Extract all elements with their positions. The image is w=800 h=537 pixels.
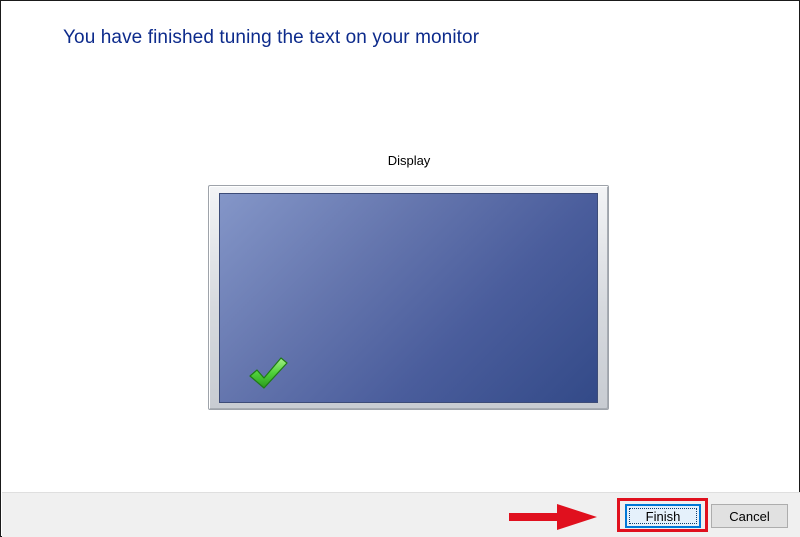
page-title: You have finished tuning the text on you… [63, 27, 480, 48]
finish-button[interactable]: Finish [625, 504, 701, 528]
red-arrow-icon [509, 504, 597, 530]
monitor-screen [219, 193, 598, 403]
checkmark-icon [249, 357, 288, 389]
finish-button-label: Finish [629, 508, 697, 524]
cleartype-tuner-window: You have finished tuning the text on you… [0, 0, 800, 537]
monitor-illustration [208, 185, 609, 410]
display-label: Display [387, 153, 431, 168]
cancel-button[interactable]: Cancel [711, 504, 788, 528]
